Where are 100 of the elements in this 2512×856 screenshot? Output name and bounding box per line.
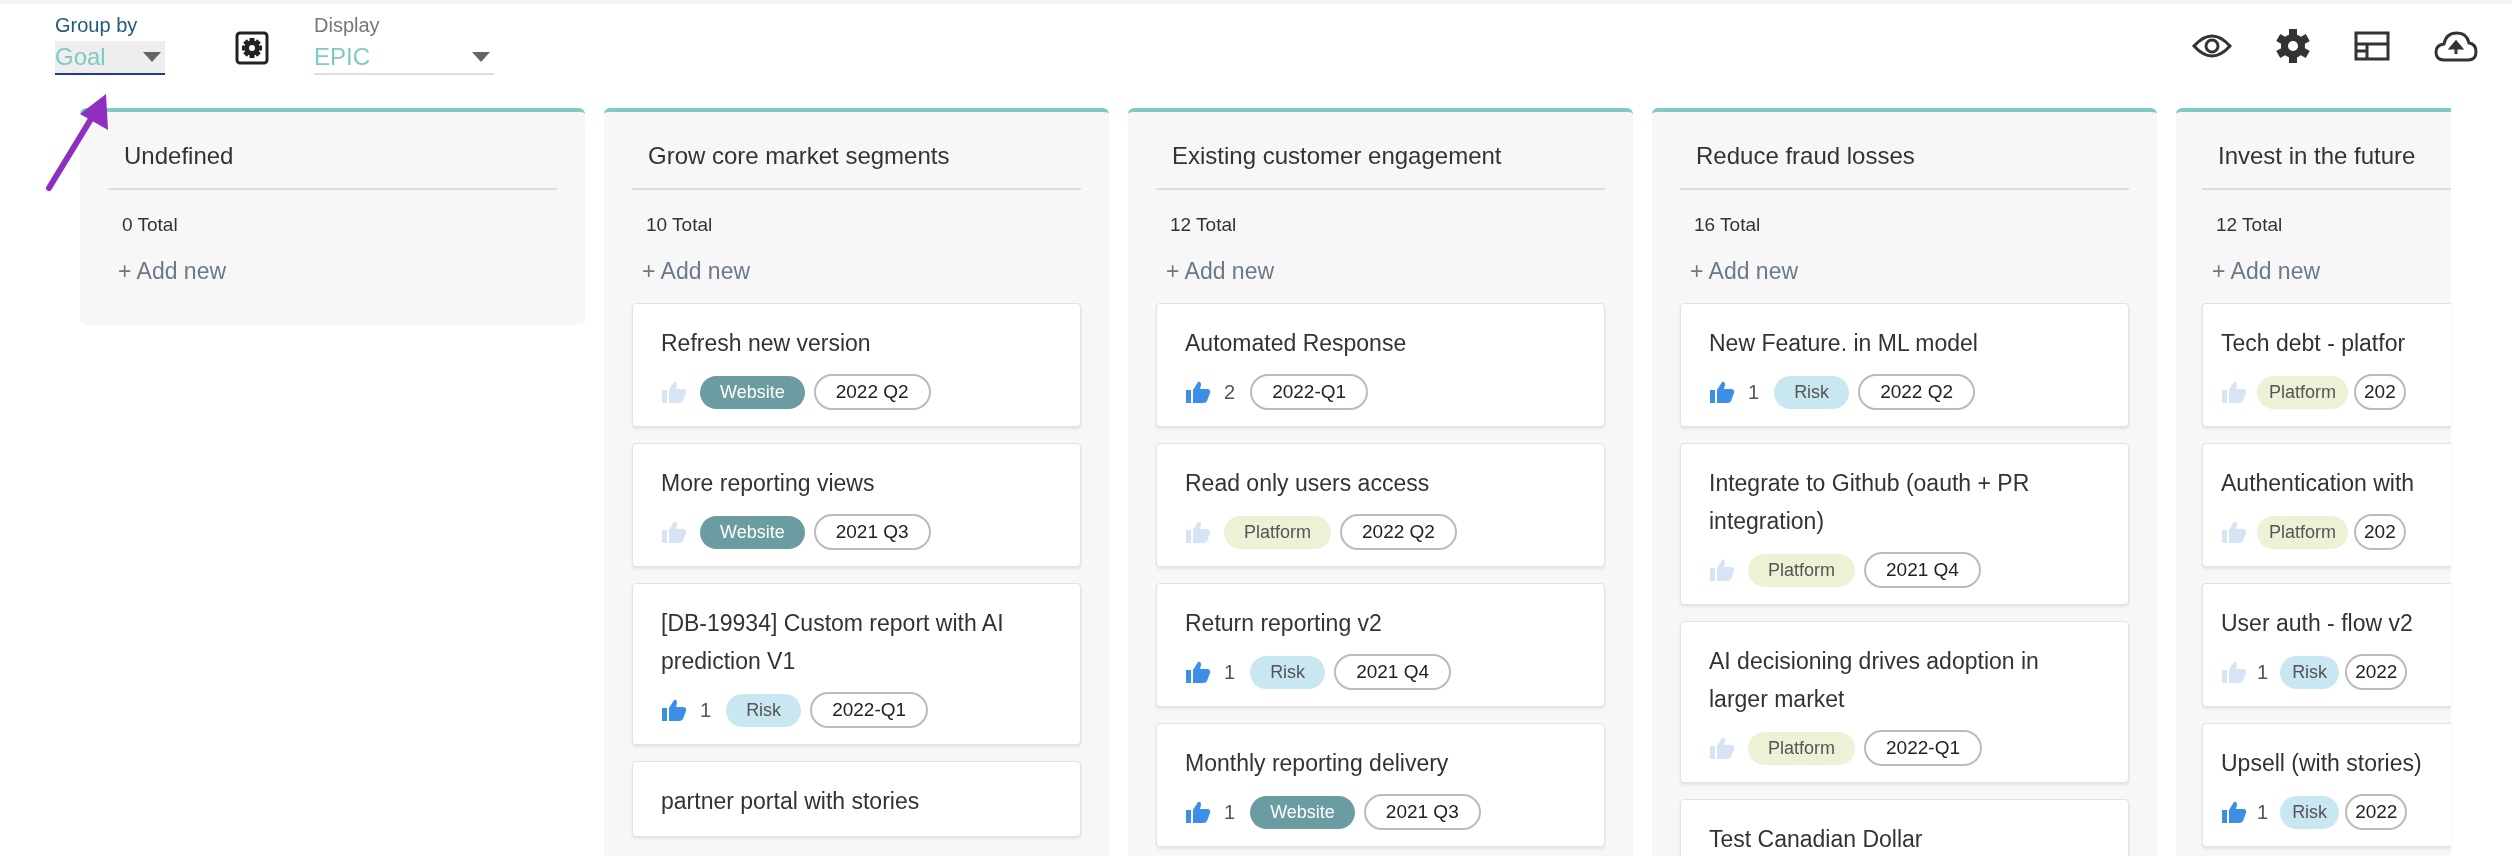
date-tag: 2022 Q2 [1340, 514, 1457, 550]
thumbs-up-icon[interactable] [2221, 800, 2247, 824]
date-tag: 2022-Q1 [1864, 730, 1982, 766]
date-tag: 2021 Q4 [1334, 654, 1452, 690]
card-title: Return reporting v2 [1185, 609, 1383, 638]
card-title: Automated Response [1185, 329, 1408, 358]
vote-count: 2 [1224, 380, 1236, 404]
add-new-link[interactable]: + Add new [2202, 236, 2451, 303]
thumbs-up-icon[interactable] [661, 520, 687, 544]
card-title: Read only users access [1185, 469, 1431, 498]
card[interactable]: New Feature. in ML model 1 Risk 2022 Q2 [1680, 303, 2129, 427]
card[interactable]: Refresh new version Website 2022 Q2 [632, 303, 1081, 427]
card-title: Refresh new version [661, 329, 872, 358]
group-by-label: Group by [55, 14, 139, 37]
add-new-link[interactable]: + Add new [1156, 236, 1605, 303]
column-total: 10 Total [645, 213, 714, 236]
column-total: 0 Total [121, 213, 179, 236]
vote-count: 1 [2257, 800, 2269, 824]
column-title: Reduce fraud losses [1680, 112, 2129, 190]
vote-count: 1 [1748, 380, 1760, 404]
thumbs-up-icon[interactable] [2221, 380, 2247, 404]
card[interactable]: Automated Response 2 2022-Q1 [1156, 303, 1605, 427]
date-tag: 2022 [2345, 654, 2408, 690]
category-tag: Website [700, 515, 805, 549]
thumbs-up-icon[interactable] [661, 698, 687, 722]
date-tag: 2021 Q3 [813, 514, 931, 550]
display-label: Display [314, 14, 381, 37]
settings-icon[interactable] [235, 31, 269, 65]
column-total: 12 Total [2215, 213, 2284, 236]
column-total: 12 Total [1169, 213, 1238, 236]
card-title: Integrate to Github (oauth + PR integration) [1709, 469, 2031, 536]
caret-icon [472, 52, 490, 62]
category-tag: Risk [1774, 375, 1850, 409]
thumbs-up-icon[interactable] [1709, 558, 1735, 582]
settings-icon[interactable] [2276, 28, 2310, 64]
date-tag: 202 [2354, 374, 2406, 410]
card-title: User auth - flow v2 [2221, 609, 2414, 638]
thumbs-up-icon[interactable] [1185, 520, 1211, 544]
category-tag: Platform [2257, 375, 2349, 409]
thumbs-up-icon[interactable] [1185, 800, 1211, 824]
card[interactable]: [DB-19934] Custom report with AI prediction V1 1 Risk 2022-Q1 [632, 583, 1081, 745]
card-title: Authentication with [2221, 469, 2416, 498]
add-new-link[interactable]: + Add new [108, 236, 557, 303]
column-total: 16 Total [1693, 213, 1762, 236]
add-new-link[interactable]: + Add new [632, 236, 1081, 303]
card[interactable]: Tech debt - platfor Platform 202 [2202, 303, 2451, 427]
vote-count: 1 [1224, 800, 1236, 824]
category-tag: Platform [2257, 515, 2349, 549]
add-new-link[interactable]: + Add new [1680, 236, 2129, 303]
card[interactable]: Monthly reporting delivery 1 Website 2021 Q3 [1156, 723, 1605, 847]
card[interactable]: Test Canadian Dollar [1680, 799, 2129, 856]
vote-count: 1 [700, 698, 712, 722]
date-tag: 2021 Q4 [1864, 552, 1981, 588]
category-tag: Risk [1250, 655, 1326, 689]
category-tag: Platform [1748, 553, 1856, 587]
category-tag: Risk [2280, 795, 2340, 829]
thumbs-up-icon[interactable] [2221, 660, 2247, 684]
category-tag: Risk [2280, 655, 2340, 689]
category-tag: Website [1250, 795, 1355, 829]
cloud-upload-icon[interactable] [2434, 30, 2478, 62]
thumbs-up-icon[interactable] [661, 380, 687, 404]
column-title: Undefined [108, 112, 557, 190]
card-title: [DB-19934] Custom report with AI prediction V1 [661, 609, 1005, 676]
card-title: partner portal with stories [661, 787, 921, 816]
thumbs-up-icon[interactable] [2221, 520, 2247, 544]
thumbs-up-icon[interactable] [1709, 736, 1735, 760]
card-title: Tech debt - platfor [2221, 329, 2407, 358]
date-tag: 2022 [2345, 794, 2408, 830]
date-tag: 2022-Q1 [1250, 374, 1369, 410]
thumbs-up-icon[interactable] [1185, 660, 1211, 684]
column-title: Existing customer engagement [1156, 112, 1605, 190]
card-title: AI decisioning drives adoption in larger market [1709, 647, 2040, 714]
category-tag: Platform [1748, 731, 1856, 765]
layout-icon[interactable] [2354, 31, 2390, 61]
date-tag: 202 [2354, 514, 2406, 550]
date-tag: 2022 Q2 [813, 374, 931, 410]
card[interactable]: AI decisioning drives adoption in larger market Platform 2022-Q1 [1680, 621, 2129, 783]
card[interactable]: Read only users access Platform 2022 Q2 [1156, 443, 1605, 567]
card-title: Test Canadian Dollar [1709, 825, 1924, 854]
card[interactable]: partner portal with stories [632, 761, 1081, 837]
thumbs-up-icon[interactable] [1185, 380, 1211, 404]
date-tag: 2022-Q1 [810, 692, 929, 728]
vote-count: 1 [2257, 660, 2269, 684]
eye-icon[interactable] [2192, 32, 2232, 60]
card-title: Monthly reporting delivery [1185, 749, 1450, 778]
card[interactable]: More reporting views Website 2021 Q3 [632, 443, 1081, 567]
vote-count: 1 [1224, 660, 1236, 684]
card[interactable]: Upsell (with stories) 1 Risk 2022 [2202, 723, 2451, 847]
category-tag: Website [700, 375, 805, 409]
card-title: More reporting views [661, 469, 876, 498]
card-title: Upsell (with stories) [2221, 749, 2423, 778]
card[interactable]: User auth - flow v2 1 Risk 2022 [2202, 583, 2451, 707]
card[interactable]: Return reporting v2 1 Risk 2021 Q4 [1156, 583, 1605, 707]
date-tag: 2022 Q2 [1858, 374, 1976, 410]
card[interactable]: Integrate to Github (oauth + PR integration) Platform 2021 Q4 [1680, 443, 2129, 605]
card[interactable]: Authentication with Platform 202 [2202, 443, 2451, 567]
date-tag: 2021 Q3 [1363, 794, 1481, 830]
column-title: Invest in the future [2202, 112, 2451, 190]
thumbs-up-icon[interactable] [1709, 380, 1735, 404]
caret-icon [143, 52, 161, 62]
